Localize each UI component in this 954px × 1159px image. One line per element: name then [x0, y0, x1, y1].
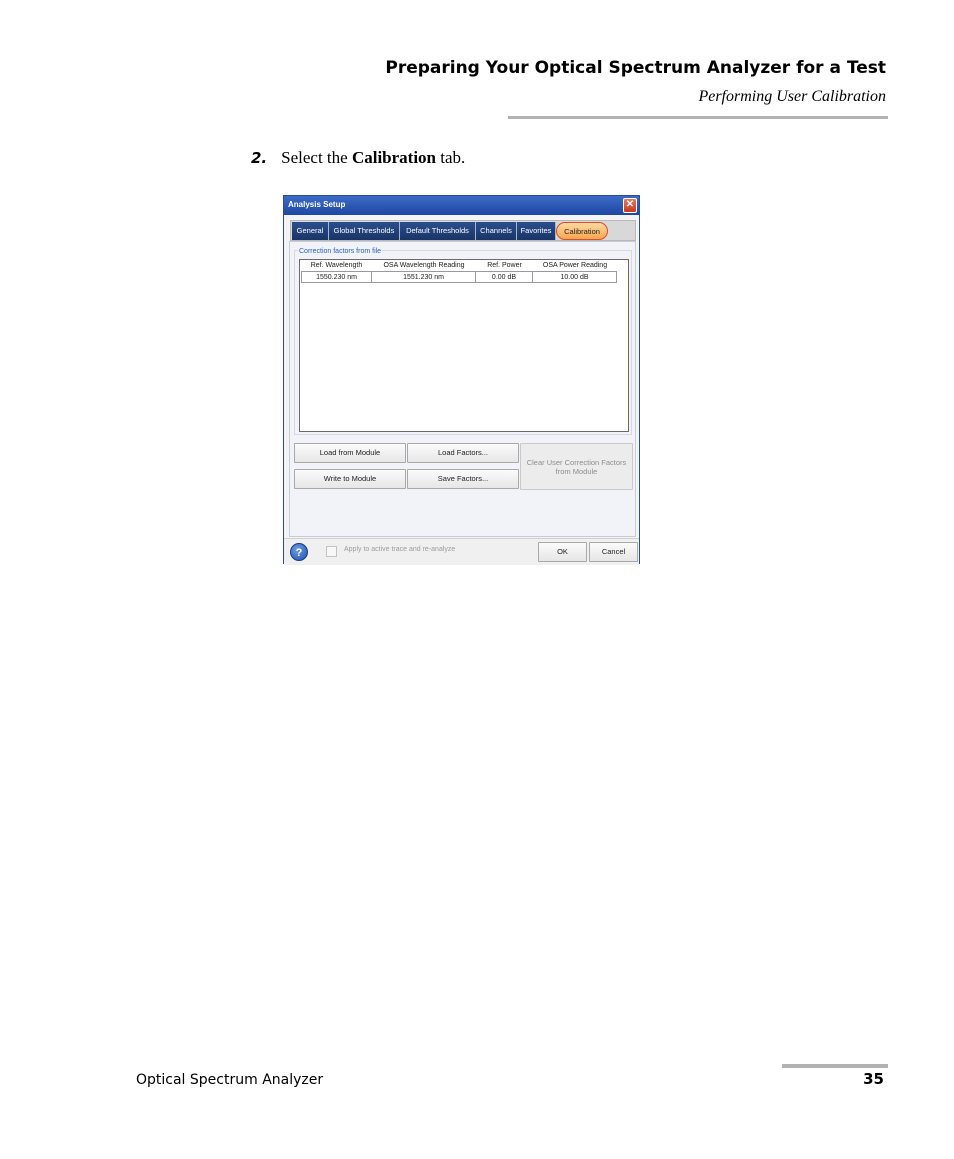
- help-icon[interactable]: ?: [290, 543, 308, 561]
- ok-button[interactable]: OK: [538, 542, 587, 562]
- table-cell: 1551.230 nm: [372, 271, 476, 283]
- apply-reanalyze-checkbox[interactable]: [326, 546, 337, 557]
- tab-favorites[interactable]: Favorites: [517, 222, 556, 240]
- tab-channels[interactable]: Channels: [476, 222, 517, 240]
- tab-global-thresholds[interactable]: Global Thresholds: [329, 222, 400, 240]
- step-text: Select the Calibration tab.: [281, 148, 466, 167]
- step-number: 2.: [251, 149, 268, 167]
- step-bold-word: Calibration: [351, 148, 437, 167]
- correction-factors-table[interactable]: Ref. Wavelength OSA Wavelength Reading R…: [299, 259, 629, 432]
- page-number: 35: [863, 1070, 884, 1088]
- table-cell: 10.00 dB: [533, 271, 617, 283]
- group-label: Correction factors from file: [298, 248, 383, 255]
- running-header-title: Preparing Your Optical Spectrum Analyzer…: [385, 58, 886, 78]
- cancel-button[interactable]: Cancel: [589, 542, 638, 562]
- table-cell: 1550.230 nm: [301, 271, 372, 283]
- apply-reanalyze-label: Apply to active trace and re-analyze: [344, 546, 456, 553]
- tab-bar: General Global Thresholds Default Thresh…: [290, 220, 636, 241]
- close-icon[interactable]: ✕: [623, 198, 637, 213]
- table-cell: 0.00 dB: [476, 271, 533, 283]
- footer-rule: [782, 1064, 888, 1068]
- footer-product-name: Optical Spectrum Analyzer: [136, 1072, 324, 1088]
- analysis-setup-dialog: Analysis Setup ✕ General Global Threshol…: [283, 195, 640, 565]
- load-factors-button[interactable]: Load Factors...: [407, 443, 519, 463]
- load-from-module-button[interactable]: Load from Module: [294, 443, 406, 463]
- running-header-subtitle: Performing User Calibration: [698, 88, 886, 105]
- tab-default-thresholds[interactable]: Default Thresholds: [400, 222, 476, 240]
- tab-calibration[interactable]: Calibration: [556, 222, 608, 240]
- header-rule: [508, 116, 888, 119]
- calibration-panel: Correction factors from file Ref. Wavele…: [289, 241, 636, 537]
- dialog-title: Analysis Setup: [288, 200, 346, 209]
- save-factors-button[interactable]: Save Factors...: [407, 469, 519, 489]
- write-to-module-button[interactable]: Write to Module: [294, 469, 406, 489]
- dialog-footer: ? Apply to active trace and re-analyze O…: [284, 538, 639, 565]
- dialog-titlebar: Analysis Setup ✕: [284, 196, 639, 215]
- tab-general[interactable]: General: [292, 222, 329, 240]
- step-instruction: 2. Select the Calibration tab.: [251, 148, 465, 168]
- clear-correction-factors-button[interactable]: Clear User Correction Factors from Modul…: [520, 443, 633, 490]
